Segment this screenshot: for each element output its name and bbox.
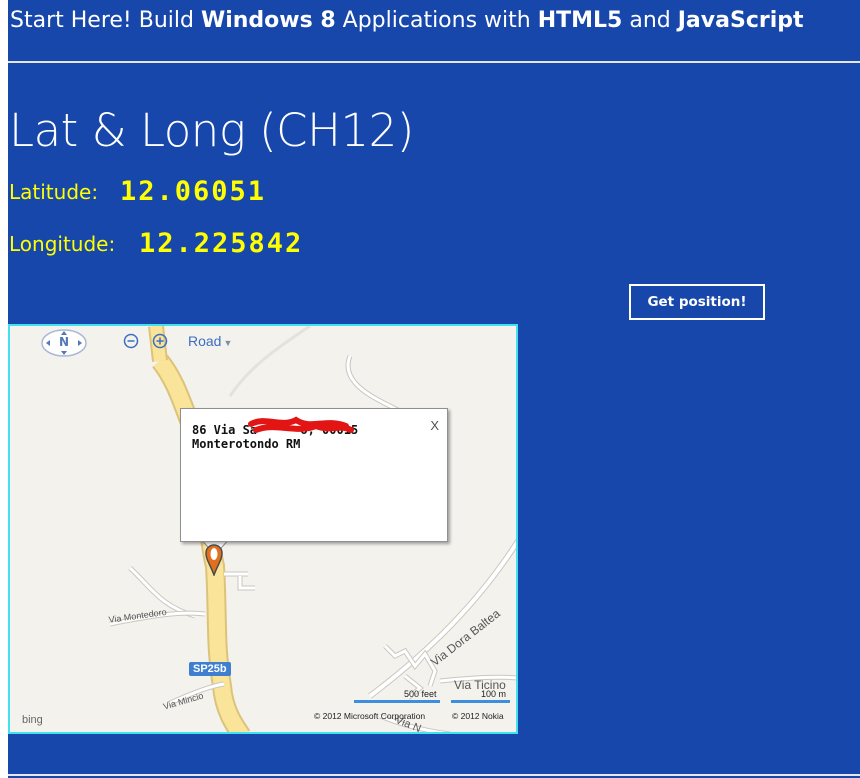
header-bold-html5: HTML5 xyxy=(537,8,623,33)
scale-feet-label: 500 feet xyxy=(404,689,437,699)
header-bold-javascript: JavaScript xyxy=(677,8,804,33)
latitude-label: Latitude: xyxy=(9,180,99,204)
scale-bar-feet xyxy=(354,700,440,703)
page-title: Lat & Long (CH12) xyxy=(9,104,414,157)
header-text-3: and xyxy=(622,8,678,33)
zoom-out-icon[interactable] xyxy=(123,333,139,349)
get-position-button[interactable]: Get position! xyxy=(629,284,765,320)
copyright-microsoft: © 2012 Microsoft Corporation xyxy=(314,711,426,721)
compass-north-label: N xyxy=(58,335,70,349)
infobox-close-button[interactable]: X xyxy=(430,418,439,433)
map-type-dropdown[interactable]: Road ▼ xyxy=(188,333,232,349)
longitude-value: 12.225842 xyxy=(139,228,304,259)
header-bold-windows8: Windows 8 xyxy=(200,8,336,33)
header-divider xyxy=(8,61,860,63)
map-view[interactable]: N Road ▼ 86 Via Sa o, 00015 Monterotondo R… xyxy=(8,324,518,734)
app-window: Start Here! Build Windows 8 Applications… xyxy=(8,0,860,778)
zoom-in-icon[interactable] xyxy=(152,333,168,349)
scale-meters-label: 100 m xyxy=(481,689,507,699)
header-text-2: Applications with xyxy=(335,8,538,33)
header-text-1: Start Here! Build xyxy=(10,8,201,33)
footer-divider xyxy=(8,774,860,776)
location-pin-icon xyxy=(205,544,223,576)
map-compass-control[interactable]: N xyxy=(40,328,88,358)
address-line-2: Monterotondo RM xyxy=(192,437,301,451)
copyright-nokia: © 2012 Nokia xyxy=(452,711,504,721)
scale-bar-meters xyxy=(451,700,510,703)
chevron-down-icon: ▼ xyxy=(223,338,233,348)
bing-logo: bing xyxy=(22,714,43,726)
latitude-value: 12.06051 xyxy=(120,176,267,207)
longitude-label: Longitude: xyxy=(9,232,116,256)
redaction-scribble xyxy=(248,416,354,433)
app-header: Start Here! Build Windows 8 Applications… xyxy=(10,8,804,33)
road-shield-sp25b: SP25b xyxy=(189,662,231,676)
map-type-label: Road xyxy=(188,333,222,349)
